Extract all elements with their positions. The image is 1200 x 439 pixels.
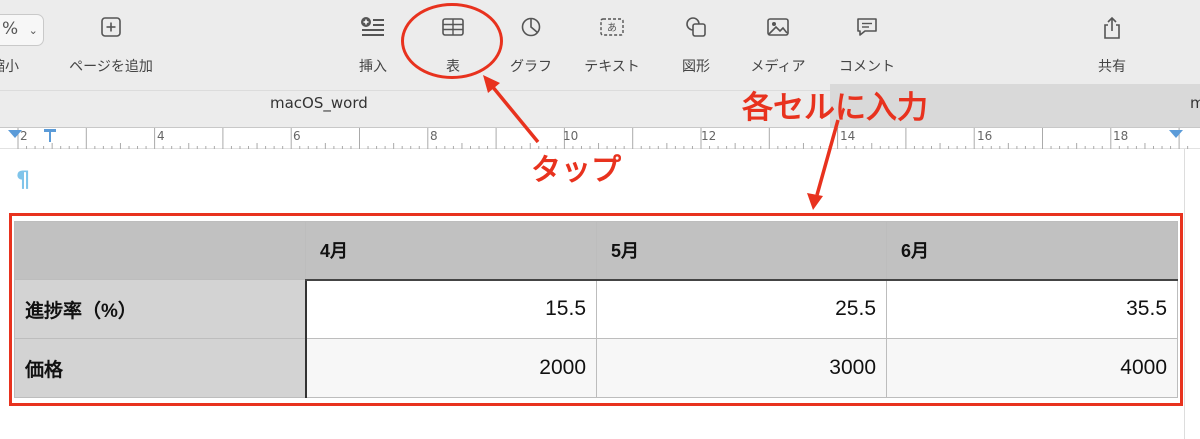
annotation-tap: タップ	[531, 153, 621, 188]
arrow-head-icon	[807, 193, 823, 210]
arrow-to-table	[815, 119, 840, 196]
arrow-to-table-button	[490, 84, 540, 144]
annotation-enter-each-cell: 各セルに入力	[742, 90, 928, 126]
annotation-arrows	[483, 75, 840, 210]
